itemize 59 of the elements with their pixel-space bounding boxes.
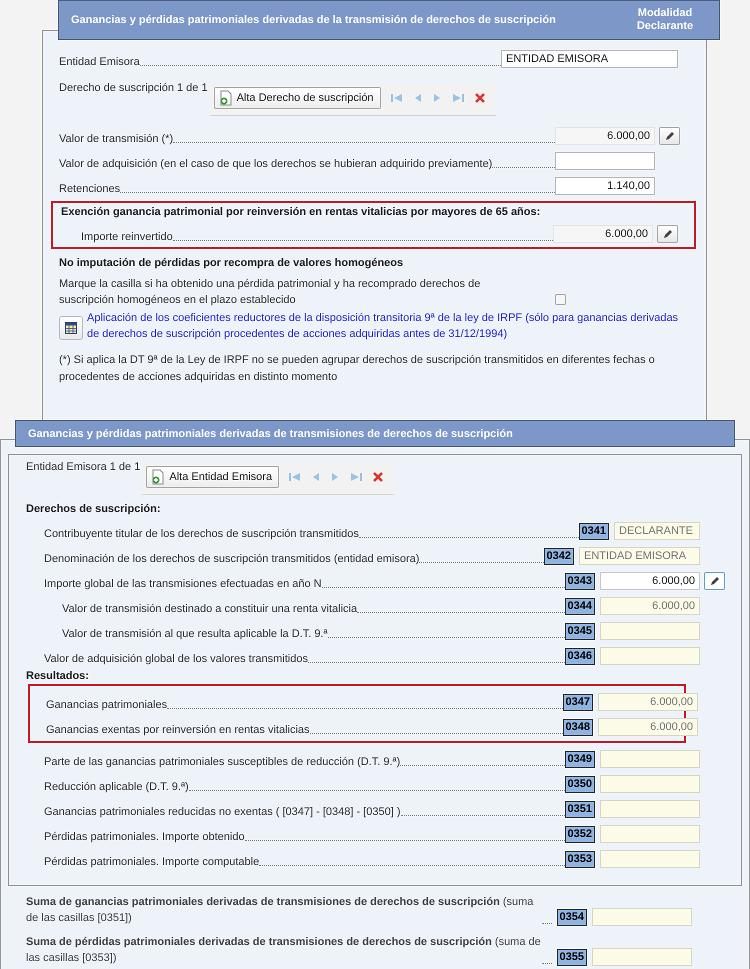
field-label: Ganancias exentas por reinversión en rentas vitalicias: [46, 724, 310, 736]
field-label: Reducción aplicable (D.T. 9.ª): [44, 781, 189, 793]
add-button[interactable]: Alta Derecho de suscripción: [214, 87, 381, 109]
coefficients-link[interactable]: Aplicación de los coeficientes reductores de la disposición transitoria 9ª de la ley de IRPF (sólo para ganancias derivadas de derechos de suscripción procedentes de acciones adquiridas antes de 31/12/1994): [87, 310, 680, 342]
input-field[interactable]: 1.140,00: [555, 177, 655, 195]
input-field[interactable]: 6.000,00: [600, 597, 700, 615]
mode-label: Modalidad Declarante: [636, 7, 694, 33]
group-heading: Resultados:: [26, 670, 90, 682]
box-number: 0352: [564, 826, 595, 843]
field-label: Pérdidas patrimoniales. Importe computable: [44, 856, 260, 868]
input-field[interactable]: ENTIDAD EMISORA: [501, 50, 678, 68]
field-label: Parte de las ganancias patrimoniales susceptibles de reducción (D.T. 9.ª): [44, 756, 400, 768]
total-label: Suma de pérdidas patrimoniales derivadas de transmisiones de derechos de suscripción (suma de las casillas [0353]): [26, 935, 542, 966]
group-heading: Derechos de suscripción:: [26, 503, 162, 515]
box-number: 0341: [578, 523, 609, 540]
input-field[interactable]: 6.000,00: [553, 225, 653, 243]
input-field[interactable]: 6.000,00: [555, 127, 655, 145]
field-label: Contribuyente titular de los derechos de suscripción transmitidos: [44, 528, 359, 540]
input-field[interactable]: ENTIDAD EMISORA: [579, 547, 700, 565]
field-label: Denominación de los derechos de suscripción transmitidos (entidad emisora): [44, 553, 420, 565]
group-heading: No imputación de pérdidas por recompra de valores homogéneos: [59, 257, 404, 269]
box-number: 0349: [564, 751, 595, 768]
input-field[interactable]: DECLARANTE: [614, 522, 700, 540]
input-field[interactable]: 6.000,00: [598, 693, 698, 711]
checkbox-label: Marque la casilla si ha obtenido una pérdida patrimonial y ha recomprado derechos de suscripción homogéneos en el plazo establecido: [59, 277, 482, 308]
field-label: Valor de transmisión al que resulta aplicable la D.T. 9.ª: [62, 628, 328, 640]
field-label: Importe reinvertido: [81, 231, 173, 243]
section-title: Ganancias y pérdidas patrimoniales derivadas de transmisiones de derechos de suscripción: [28, 428, 513, 440]
field-label: Importe global de las transmisiones efectuadas en año N: [44, 578, 322, 590]
field-label: Valor de adquisición global de los valores transmitidos: [44, 653, 308, 665]
total-label: Suma de ganancias patrimoniales derivadas de transmisiones de derechos de suscripción (suma de las casillas [0351]): [26, 895, 534, 926]
field-label: Pérdidas patrimoniales. Importe obtenido: [44, 831, 245, 843]
field-label: Entidad Emisora: [59, 56, 140, 68]
box-number: 0351: [564, 801, 595, 818]
record-counter: Derecho de suscripción 1 de 1: [59, 81, 208, 94]
box-number: 0343: [564, 573, 595, 590]
box-number: 0347: [562, 694, 593, 711]
footnote: (*) Si aplica la DT 9ª de la Ley de IRPF no se pueden agrupar derechos de suscripción transmitidos en diferentes fechas o procedentes de acciones adquiridas en distinto momento: [59, 353, 656, 385]
record-counter: Entidad Emisora 1 de 1: [26, 460, 140, 473]
field-label: Valor de adquisición (en el caso de que los derechos se hubieran adquirido previamente): [59, 158, 492, 170]
box-number: 0342: [544, 548, 574, 565]
section-title: Ganancias y pérdidas patrimoniales derivadas de la transmisión de derechos de suscripción: [71, 14, 557, 26]
field-label: Ganancias patrimoniales reducidas no exentas ( [0347] - [0348] - [0350] ): [44, 806, 400, 818]
add-button[interactable]: Alta Entidad Emisora: [146, 466, 280, 488]
box-number: 0355: [556, 949, 587, 966]
box-number: 0345: [564, 623, 595, 640]
input-field[interactable]: 6.000,00: [600, 572, 700, 590]
field-label: Retenciones: [59, 183, 120, 195]
field-label: Valor de transmisión destinado a constituir una renta vitalicia: [62, 603, 358, 615]
box-number: 0346: [564, 648, 595, 665]
box-number: 0344: [564, 598, 595, 615]
box-number: 0348: [562, 719, 593, 736]
group-heading: Exención ganancia patrimonial por reinversión en rentas vitalicias por mayores de 65 años:: [61, 206, 542, 218]
box-number: 0354: [556, 909, 587, 926]
box-number: 0350: [564, 776, 595, 793]
field-label: Valor de transmisión (*): [59, 133, 174, 145]
field-label: Ganancias patrimoniales: [46, 699, 168, 711]
input-field[interactable]: 6.000,00: [598, 718, 698, 736]
box-number: 0353: [564, 851, 595, 868]
